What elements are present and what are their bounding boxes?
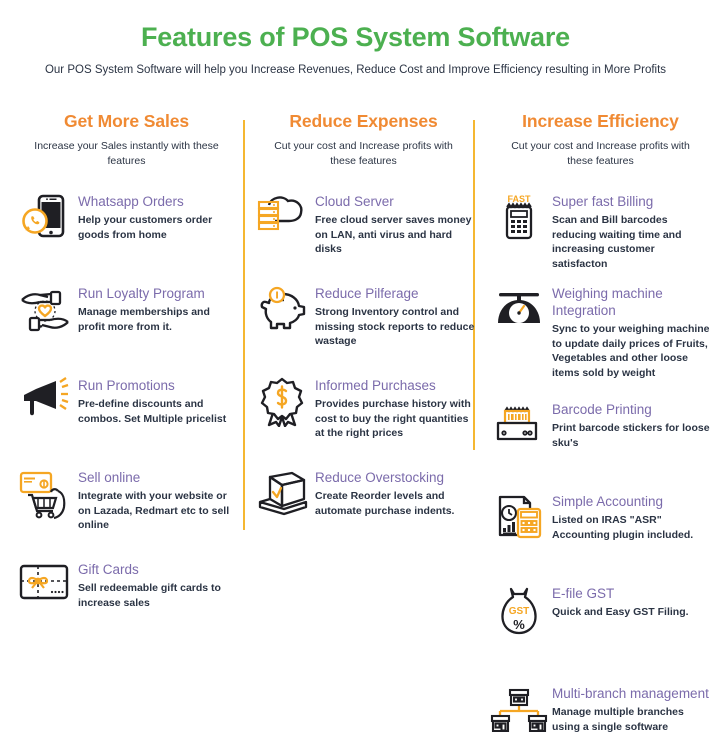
feature-text: Sell redeemable gift cards to increase s… <box>78 582 221 609</box>
feature-item[interactable]: Barcode Printing Print barcode stickers … <box>488 399 711 483</box>
column-description: Increase your Sales instantly with these… <box>34 140 219 167</box>
feature-body: Barcode Printing Print barcode stickers … <box>550 399 711 450</box>
box-pallet-check-icon <box>251 467 313 525</box>
feature-title: Gift Cards <box>78 562 139 577</box>
feature-body: Whatsapp Orders Help your customers orde… <box>76 191 239 242</box>
hero-section: Features of POS System Software Our POS … <box>0 0 711 78</box>
column-increase-efficiency: Increase Efficiency Cut your cost and In… <box>482 110 711 732</box>
features-columns: Get More Sales Increase your Sales insta… <box>0 110 711 732</box>
accounting-calculator-icon <box>488 491 550 549</box>
feature-text: Scan and Bill barcodes reducing waiting … <box>552 214 682 270</box>
column-description: Cut your cost and Increase profits with … <box>274 140 453 167</box>
column-description: Cut your cost and Increase profits with … <box>511 140 690 167</box>
feature-item[interactable]: FAST Super fast Billing Scan and Bill ba… <box>488 191 711 275</box>
feature-list: FAST Super fast Billing Scan and Bill ba… <box>488 191 711 732</box>
feature-text: Help your customers order goods from hom… <box>78 214 213 241</box>
gst-money-bag-icon: GST % <box>488 583 550 641</box>
feature-text: Manage memberships and profit more from … <box>78 306 210 333</box>
feature-title: Multi-branch management <box>552 686 709 701</box>
feature-body: E-file GST Quick and Easy GST Filing. <box>550 583 711 620</box>
feature-text: Create Reorder levels and automate purch… <box>315 490 455 517</box>
feature-item[interactable]: GST % E-file GST Quick and Easy GST Fili… <box>488 583 711 675</box>
online-cart-card-icon <box>14 467 76 525</box>
column-get-more-sales: Get More Sales Increase your Sales insta… <box>8 110 245 651</box>
cloud-server-icon <box>251 191 313 249</box>
feature-body: Simple Accounting Listed on IRAS "ASR" A… <box>550 491 711 542</box>
feature-text: Print barcode stickers for loose sku's <box>552 422 710 449</box>
svg-text:GST: GST <box>509 606 530 617</box>
feature-text: Sync to your weighing machine to update … <box>552 323 710 379</box>
feature-body: Run Loyalty Program Manage memberships a… <box>76 283 239 334</box>
piggy-bank-icon <box>251 283 313 341</box>
svg-text:%: % <box>513 617 525 632</box>
column-header: Increase Efficiency Cut your cost and In… <box>488 110 711 169</box>
feature-title: Informed Purchases <box>315 378 436 393</box>
feature-item[interactable]: Whatsapp Orders Help your customers orde… <box>14 191 239 275</box>
feature-title: Whatsapp Orders <box>78 194 184 209</box>
page-subtitle: Our POS System Software will help you In… <box>44 64 667 76</box>
feature-item[interactable]: Weighing machine Integration Sync to you… <box>488 283 711 391</box>
feature-title: Barcode Printing <box>552 402 652 417</box>
feature-title: E-file GST <box>552 586 615 601</box>
feature-text: Provides purchase history with cost to b… <box>315 398 471 439</box>
feature-body: Reduce Pilferage Strong Inventory contro… <box>313 283 476 349</box>
feature-item[interactable]: Gift Cards Sell redeemable gift cards to… <box>14 559 239 643</box>
feature-title: Run Promotions <box>78 378 175 393</box>
feature-item[interactable]: Reduce Pilferage Strong Inventory contro… <box>251 283 476 367</box>
feature-list: Cloud Server Free cloud server saves mon… <box>251 191 476 551</box>
column-header: Get More Sales Increase your Sales insta… <box>14 110 239 169</box>
feature-title: Reduce Pilferage <box>315 286 419 301</box>
multi-branch-stores-icon <box>488 683 550 732</box>
feature-text: Integrate with your website or on Lazada… <box>78 490 230 531</box>
feature-title: Cloud Server <box>315 194 394 209</box>
hands-heart-loyalty-icon <box>14 283 76 341</box>
feature-body: Super fast Billing Scan and Bill barcode… <box>550 191 711 271</box>
column-title: Increase Efficiency <box>522 111 679 131</box>
feature-text: Pre-define discounts and combos. Set Mul… <box>78 398 227 425</box>
feature-item[interactable]: Simple Accounting Listed on IRAS "ASR" A… <box>488 491 711 575</box>
fast-billing-terminal-icon: FAST <box>488 191 550 249</box>
feature-body: Cloud Server Free cloud server saves mon… <box>313 191 476 257</box>
column-reduce-expenses: Reduce Expenses Cut your cost and Increa… <box>245 110 482 559</box>
feature-body: Weighing machine Integration Sync to you… <box>550 283 711 380</box>
feature-item[interactable]: Multi-branch management Manage multiple … <box>488 683 711 732</box>
feature-body: Multi-branch management Manage multiple … <box>550 683 711 732</box>
feature-list: Whatsapp Orders Help your customers orde… <box>14 191 239 643</box>
barcode-printer-icon <box>488 399 550 457</box>
feature-text: Strong Inventory control and missing sto… <box>315 306 475 347</box>
weighing-scale-icon <box>488 283 550 341</box>
feature-title: Reduce Overstocking <box>315 470 445 485</box>
whatsapp-phone-icon <box>14 191 76 249</box>
feature-body: Reduce Overstocking Create Reorder level… <box>313 467 476 518</box>
feature-text: Manage multiple branches using a single … <box>552 706 684 732</box>
feature-item[interactable]: Cloud Server Free cloud server saves mon… <box>251 191 476 275</box>
feature-text: Listed on IRAS "ASR" Accounting plugin i… <box>552 514 694 541</box>
dollar-badge-icon <box>251 375 313 433</box>
feature-body: Informed Purchases Provides purchase his… <box>313 375 476 441</box>
feature-item[interactable]: Run Loyalty Program Manage memberships a… <box>14 283 239 367</box>
feature-title: Super fast Billing <box>552 194 654 209</box>
feature-item[interactable]: Informed Purchases Provides purchase his… <box>251 375 476 459</box>
feature-title: Sell online <box>78 470 141 485</box>
feature-title: Weighing machine Integration <box>552 286 663 318</box>
features-page: Features of POS System Software Our POS … <box>0 0 711 732</box>
feature-item[interactable]: Reduce Overstocking Create Reorder level… <box>251 467 476 551</box>
column-title: Get More Sales <box>63 111 190 131</box>
svg-text:FAST: FAST <box>507 194 531 204</box>
page-title: Features of POS System Software <box>141 22 570 52</box>
megaphone-promotions-icon <box>14 375 76 433</box>
column-title: Reduce Expenses <box>289 111 438 131</box>
feature-text: Quick and Easy GST Filing. <box>552 606 689 618</box>
feature-body: Gift Cards Sell redeemable gift cards to… <box>76 559 239 610</box>
feature-body: Run Promotions Pre-define discounts and … <box>76 375 239 426</box>
gift-card-icon <box>14 559 76 617</box>
feature-item[interactable]: Run Promotions Pre-define discounts and … <box>14 375 239 459</box>
feature-title: Run Loyalty Program <box>78 286 205 301</box>
feature-body: Sell online Integrate with your website … <box>76 467 239 533</box>
feature-text: Free cloud server saves money on LAN, an… <box>315 214 472 255</box>
column-header: Reduce Expenses Cut your cost and Increa… <box>251 110 476 169</box>
feature-item[interactable]: Sell online Integrate with your website … <box>14 467 239 551</box>
feature-title: Simple Accounting <box>552 494 664 509</box>
